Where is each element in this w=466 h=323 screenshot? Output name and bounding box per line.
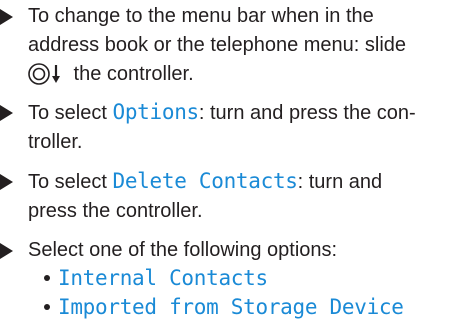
option-label: Internal Contacts — [58, 266, 268, 290]
step-prefix: To select — [28, 102, 113, 124]
step-line: troller. — [28, 131, 83, 153]
step-text: To select Delete Contacts: turn and pres… — [28, 167, 464, 226]
step-line: the controller. — [68, 63, 194, 85]
step-text: To change to the menu bar when in the ad… — [28, 2, 464, 89]
step-arrow-icon — [0, 243, 13, 259]
menu-item-options: Options — [112, 100, 199, 124]
step-arrow-icon — [0, 105, 13, 121]
step-text: Select one of the following options: — [28, 236, 464, 265]
controller-slide-down-icon — [28, 62, 68, 85]
step-suffix: : turn and press the con- — [198, 102, 416, 124]
step-line: To change to the menu bar when in the — [28, 5, 374, 27]
step-line: press the controller. — [28, 200, 203, 222]
option-imported-from-storage-device: Imported from Storage Device — [44, 293, 404, 323]
menu-item-delete-contacts: Delete Contacts — [112, 169, 298, 193]
option-label: Imported from Storage Device — [58, 295, 404, 319]
step-suffix: : turn and — [297, 171, 383, 193]
instruction-page: To change to the menu bar when in the ad… — [0, 0, 466, 322]
step-line: Select one of the following options: — [28, 239, 338, 261]
bullet-icon — [44, 304, 50, 310]
option-internal-contacts: Internal Contacts — [44, 264, 268, 294]
step-arrow-icon — [0, 174, 13, 190]
step-line: address book or the telephone menu: slid… — [28, 34, 407, 56]
step-text: To select Options: turn and press the co… — [28, 98, 464, 157]
bullet-icon — [44, 275, 50, 281]
step-arrow-icon — [0, 9, 13, 25]
step-prefix: To select — [28, 171, 113, 193]
